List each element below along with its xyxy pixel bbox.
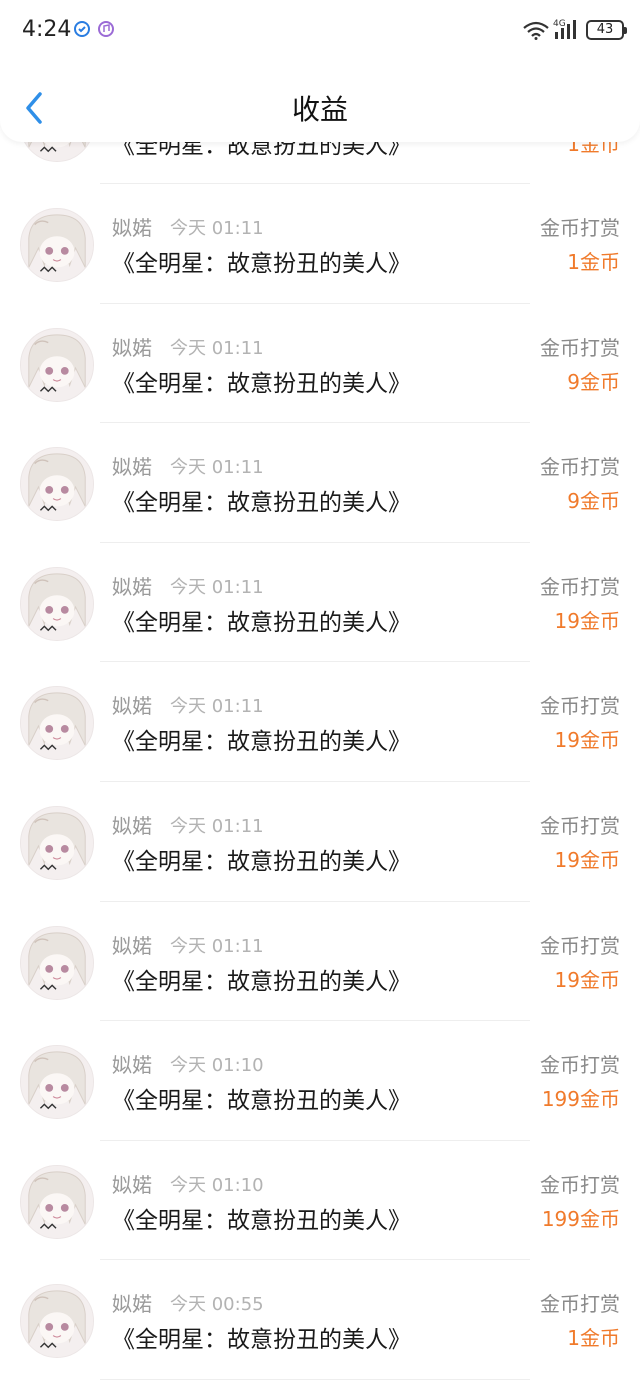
screen: 《全明星：故意扮丑的美人》 1金币 姒婼 今天 01:11 《全明星：故意扮丑的… [0, 0, 640, 1387]
avatar [20, 686, 94, 761]
list-item-title: 《全明星：故意扮丑的美人》 [112, 968, 411, 995]
list-item-title: 《全明星：故意扮丑的美人》 [112, 490, 411, 517]
avatar-image [21, 806, 93, 879]
status-bar: 4:24 4G 43 [0, 0, 640, 60]
list-item-type: 金币打赏 [540, 216, 620, 240]
avatar [20, 327, 94, 402]
list-item-title: 《全明星：故意扮丑的美人》 [112, 609, 411, 636]
list-item-username: 姒婼 [112, 455, 152, 480]
network-type: 4G [553, 19, 566, 29]
list-item-username: 姒婼 [112, 1292, 152, 1317]
list-item[interactable]: 姒婼 今天 01:10 《全明星：故意扮丑的美人》 金币打赏 199金币 [0, 1021, 640, 1141]
list-item-type: 金币打赏 [540, 1053, 620, 1078]
divider [100, 1378, 530, 1380]
list-item-username: 姒婼 [112, 1172, 152, 1197]
avatar-image [21, 1285, 93, 1358]
avatar [20, 1164, 94, 1239]
earnings-list: 《全明星：故意扮丑的美人》 1金币 姒婼 今天 01:11 《全明星：故意扮丑的… [0, 0, 640, 1380]
page-title: 收益 [291, 93, 348, 126]
list-item-type: 金币打赏 [540, 335, 620, 360]
list-item[interactable]: 姒婼 今天 01:11 《全明星：故意扮丑的美人》 金币打赏 1金币 [0, 184, 640, 304]
list-item-time: 今天 01:11 [170, 218, 264, 239]
avatar [20, 805, 94, 880]
list-item-amount: 1金币 [567, 1326, 620, 1351]
list-item-title: 《全明星：故意扮丑的美人》 [112, 370, 411, 397]
list-item-time: 今天 01:11 [170, 337, 264, 359]
music-icon [98, 21, 114, 37]
list-item[interactable]: 姒婼 今天 01:11 《全明星：故意扮丑的美人》 金币打赏 19金币 [0, 662, 640, 782]
avatar-image [21, 1165, 93, 1238]
list-item[interactable]: 姒婼 今天 01:11 《全明星：故意扮丑的美人》 金币打赏 19金币 [0, 782, 640, 902]
list-item[interactable]: 姒婼 今天 01:11 《全明星：故意扮丑的美人》 金币打赏 19金币 [0, 902, 640, 1022]
list-item-amount: 19金币 [554, 967, 620, 992]
list-item-time: 今天 00:55 [170, 1294, 264, 1316]
list-item-username: 姒婼 [112, 335, 152, 360]
list-item-title: 《全明星：故意扮丑的美人》 [112, 1207, 411, 1234]
list-item-username: 姒婼 [112, 1053, 152, 1078]
list-item-username: 姒婼 [112, 813, 152, 838]
avatar-image [21, 209, 93, 281]
list-item[interactable]: 姒婼 今天 01:11 《全明星：故意扮丑的美人》 金币打赏 19金币 [0, 543, 640, 663]
list-item-amount: 19金币 [554, 847, 620, 872]
list-item-time: 今天 01:11 [170, 696, 264, 718]
avatar-image [21, 926, 93, 999]
list-item-username: 姒婼 [112, 216, 152, 240]
wifi-icon [523, 21, 549, 40]
battery-icon: 43 [586, 20, 627, 40]
list-item-title: 《全明星：故意扮丑的美人》 [112, 1088, 411, 1115]
avatar-image [21, 448, 93, 521]
avatar [20, 925, 94, 1000]
list-item-type: 金币打赏 [540, 694, 620, 719]
list-item-amount: 9金币 [567, 489, 620, 514]
list-item-type: 金币打赏 [540, 1172, 620, 1197]
list-item-username: 姒婼 [112, 694, 152, 719]
cellular-signal-icon: 4G [553, 19, 576, 39]
avatar-image [21, 1046, 93, 1119]
list-item-type: 金币打赏 [540, 813, 620, 838]
shield-icon [74, 21, 90, 37]
list-item-type: 金币打赏 [540, 455, 620, 480]
list-item-amount: 199金币 [541, 1087, 620, 1112]
avatar [20, 447, 94, 522]
avatar-image [21, 328, 93, 401]
list-item-title: 《全明星：故意扮丑的美人》 [112, 251, 411, 277]
list-item-title: 《全明星：故意扮丑的美人》 [112, 1327, 411, 1354]
list-item-amount: 1金币 [567, 250, 620, 274]
avatar [20, 1284, 94, 1359]
app-header: 4:24 4G 43 收益 [0, 0, 640, 142]
avatar [20, 208, 94, 282]
list-item-username: 姒婼 [112, 933, 152, 958]
list-item-amount: 199金币 [541, 1206, 620, 1231]
list-item-time: 今天 01:11 [170, 576, 264, 598]
list-item-type: 金币打赏 [540, 933, 620, 958]
list-item[interactable]: 姒婼 今天 00:55 《全明星：故意扮丑的美人》 金币打赏 1金币 [0, 1260, 640, 1380]
list-item[interactable]: 姒婼 今天 01:11 《全明星：故意扮丑的美人》 金币打赏 9金币 [0, 423, 640, 543]
list-item-type: 金币打赏 [540, 574, 620, 599]
avatar-image [21, 567, 93, 640]
list-item[interactable]: 姒婼 今天 01:10 《全明星：故意扮丑的美人》 金币打赏 199金币 [0, 1141, 640, 1261]
list-item-amount: 19金币 [554, 608, 620, 633]
list-item-time: 今天 01:10 [170, 1055, 264, 1077]
list-item-amount: 19金币 [554, 728, 620, 753]
list-item[interactable]: 姒婼 今天 01:11 《全明星：故意扮丑的美人》 金币打赏 9金币 [0, 304, 640, 424]
avatar-image [21, 687, 93, 760]
avatar [20, 566, 94, 641]
list-item-title: 《全明星：故意扮丑的美人》 [112, 848, 411, 875]
avatar [20, 1045, 94, 1120]
list-item-time: 今天 01:11 [170, 457, 264, 479]
list-item-type: 金币打赏 [540, 1292, 620, 1317]
list-item-username: 姒婼 [112, 574, 152, 599]
list-item-time: 今天 01:11 [170, 815, 264, 837]
status-time: 4:24 [22, 17, 72, 42]
list-item-time: 今天 01:11 [170, 935, 264, 957]
list-item-title: 《全明星：故意扮丑的美人》 [112, 729, 411, 756]
list-item-amount: 9金币 [567, 369, 620, 394]
list-item-time: 今天 01:10 [170, 1174, 264, 1196]
